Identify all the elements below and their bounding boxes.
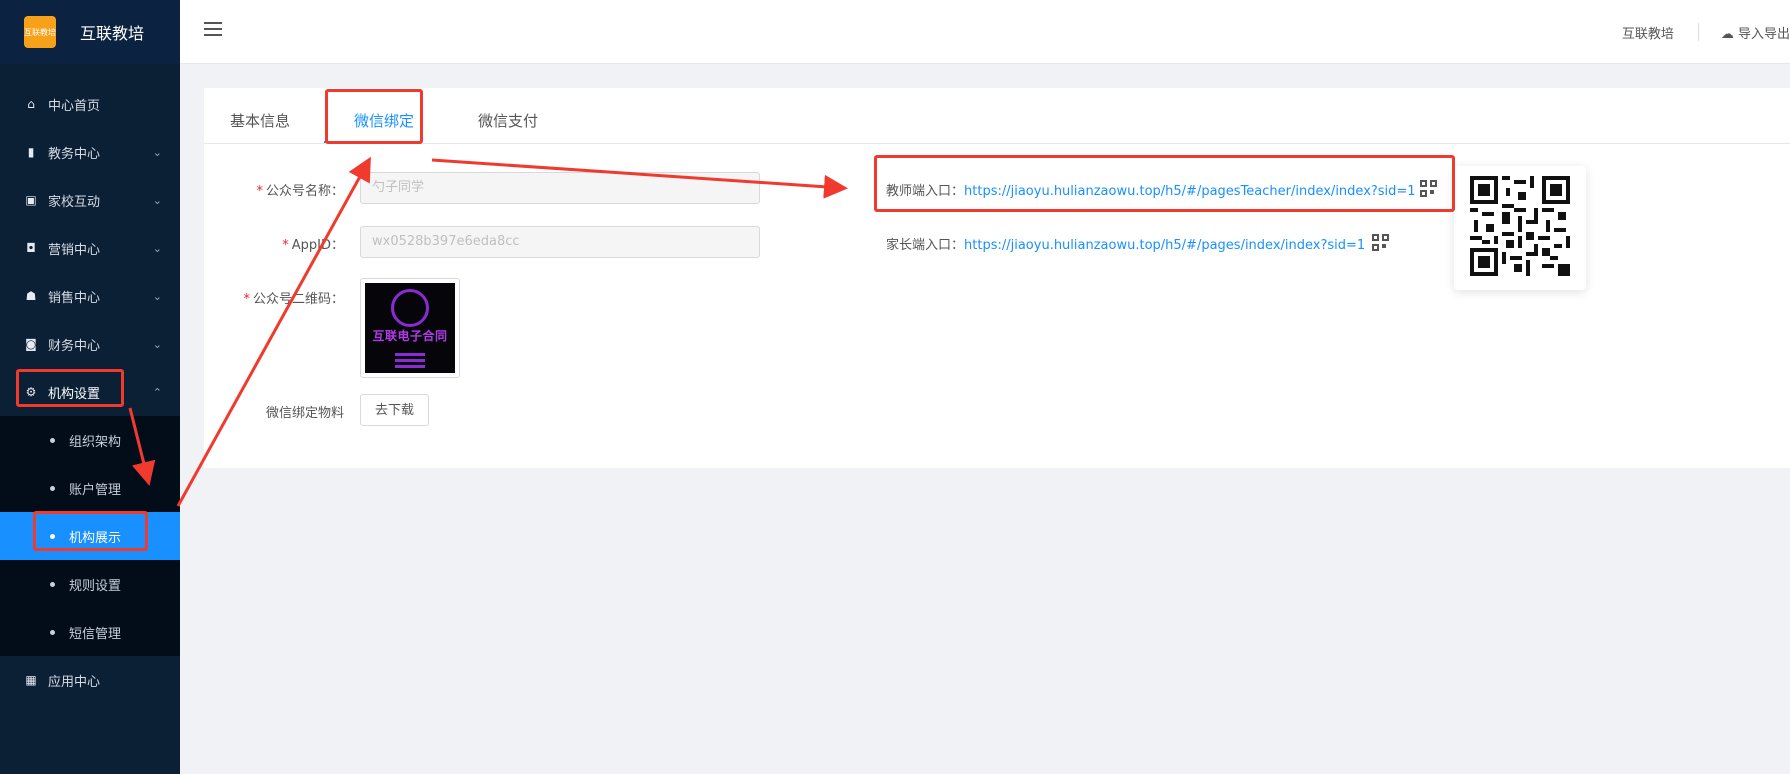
arrow (176, 156, 371, 507)
arrow (431, 158, 848, 199)
arrow (128, 407, 156, 486)
annotation-arrows (128, 156, 848, 507)
